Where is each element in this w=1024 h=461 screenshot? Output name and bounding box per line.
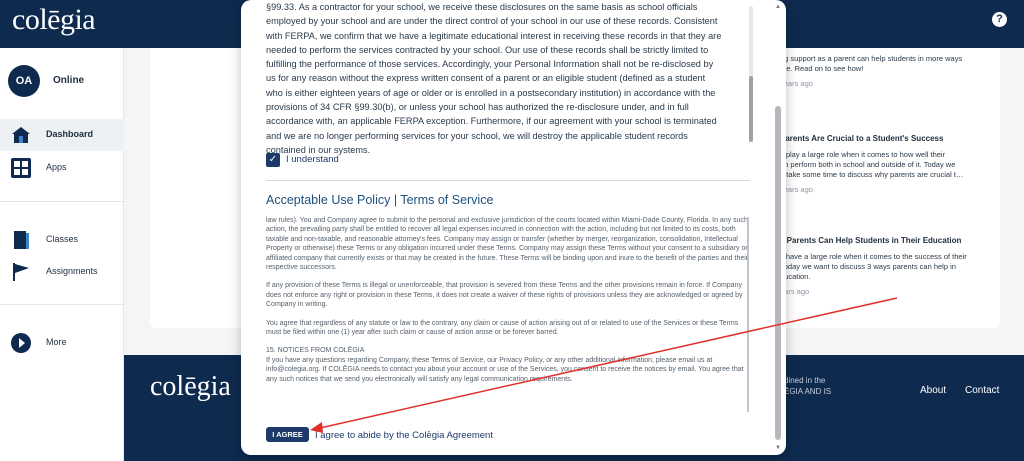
sidebar-item-label: Assignments	[46, 266, 98, 276]
news-title[interactable]: s Parents Can Help Students in Their Edu…	[780, 236, 995, 246]
footer-text: dined in the ĒGIA AND IS	[784, 375, 831, 397]
news-date: years ago	[780, 185, 813, 194]
ferpa-line: fulfilling the performance of those serv…	[266, 59, 714, 70]
section-divider	[266, 180, 750, 181]
footer-text-line: ĒGIA AND IS	[784, 387, 832, 396]
terms-scrollbar[interactable]	[747, 217, 749, 412]
news-text: s have a large role when it comes to the…	[780, 252, 967, 261]
news-text: me. Read on to see how!	[780, 64, 864, 73]
ferpa-line: us for any reason without the express wr…	[266, 73, 706, 84]
news-text: en perform both in school and outside of…	[780, 160, 956, 169]
ferpa-line: employed by your school and are under th…	[266, 16, 718, 27]
book-icon	[14, 231, 29, 249]
sidebar-item-label: More	[46, 337, 67, 347]
ferpa-line: needed to perform the services contracte…	[266, 44, 709, 55]
news-item[interactable]: ng support as a parent can help students…	[780, 54, 995, 89]
ferpa-line: §99.33. As a contractor for your school,…	[266, 2, 698, 12]
help-icon[interactable]: ?	[992, 12, 1007, 27]
news-text: ducation.	[780, 272, 811, 281]
news-date: ears ago	[780, 287, 810, 296]
online-status: Online	[53, 75, 85, 86]
ferpa-line: and we are no longer performing services…	[266, 130, 688, 141]
colegia-logo[interactable]: colēgia	[12, 3, 96, 37]
understand-checkbox-label[interactable]: I understand	[286, 154, 339, 165]
terms-paragraph: If any provision of these Terms is illeg…	[266, 282, 743, 309]
ferpa-line: with FERPA, we confirm that we have a le…	[266, 30, 722, 41]
sidebar-item-dashboard[interactable]: Dashboard	[0, 119, 124, 151]
news-item[interactable]: Parents Are Crucial to a Student's Succe…	[780, 134, 995, 195]
modal-scrollbar[interactable]: ▲ ▼	[774, 4, 782, 451]
apps-grid-icon	[11, 158, 31, 178]
play-circle-icon	[11, 333, 31, 353]
sidebar-item-more[interactable]: More	[0, 327, 124, 359]
sidebar-item-label: Dashboard	[46, 129, 94, 139]
terms-of-service-text[interactable]: law rules). You and Company agree to sub…	[266, 216, 750, 412]
sidebar-item-label: Apps	[46, 162, 67, 172]
sidebar-item-apps[interactable]: Apps	[0, 152, 124, 184]
avatar[interactable]: OA	[8, 65, 40, 97]
i-agree-button[interactable]: I AGREE	[266, 427, 309, 442]
sidebar-item-classes[interactable]: Classes	[0, 224, 124, 256]
news-text: ng support as a parent can help students…	[780, 54, 963, 63]
footer-link-about[interactable]: About	[920, 385, 946, 396]
news-date: years ago	[780, 79, 813, 88]
ferpa-line: provisions of 34 CFR §99.30(b), or unles…	[266, 102, 689, 113]
ferpa-scrollbar[interactable]	[749, 6, 753, 142]
sidebar-divider	[0, 304, 124, 305]
news-text: Today we want to discuss 3 ways parents …	[780, 262, 956, 271]
ferpa-line: accordance with, an applicable FERPA exc…	[266, 116, 717, 127]
flag-icon	[13, 263, 29, 281]
terms-paragraph: You agree that regardless of any statute…	[266, 319, 739, 337]
ferpa-text: §99.33. As a contractor for your school,…	[266, 0, 746, 157]
scrollbar-thumb[interactable]	[775, 106, 781, 440]
aup-heading: Acceptable Use Policy | Terms of Service	[266, 193, 494, 207]
footer-link-contact[interactable]: Contact	[965, 385, 999, 396]
footer-logo: colēgia	[150, 371, 231, 402]
sidebar: OA Online Dashboard Apps Classes Assignm…	[0, 48, 124, 461]
sidebar-item-label: Classes	[46, 234, 79, 244]
scroll-up-icon[interactable]: ▲	[775, 4, 781, 10]
terms-paragraph: law rules). You and Company agree to sub…	[266, 217, 749, 272]
sidebar-divider	[0, 201, 124, 202]
home-icon	[12, 127, 30, 143]
news-item[interactable]: s Parents Can Help Students in Their Edu…	[780, 236, 995, 297]
news-text: o take some time to discuss why parents …	[780, 170, 964, 179]
scrollbar-thumb[interactable]	[749, 76, 753, 142]
scroll-down-icon[interactable]: ▼	[775, 445, 781, 451]
ferpa-line: who is either eighteen years of age or o…	[266, 87, 716, 98]
agree-statement: I agree to abide by the Colēgia Agreemen…	[315, 430, 493, 441]
sidebar-item-assignments[interactable]: Assignments	[0, 256, 124, 288]
understand-checkbox[interactable]: ✓	[266, 153, 280, 167]
footer-text-line: dined in the	[784, 376, 826, 385]
agreement-modal: §99.33. As a contractor for your school,…	[241, 0, 786, 455]
news-title[interactable]: Parents Are Crucial to a Student's Succe…	[780, 134, 995, 144]
terms-paragraph: 15. NOTICES FROM COLĒGIA If you have any…	[266, 347, 744, 383]
news-text: s play a large role when it comes to how…	[780, 150, 946, 159]
